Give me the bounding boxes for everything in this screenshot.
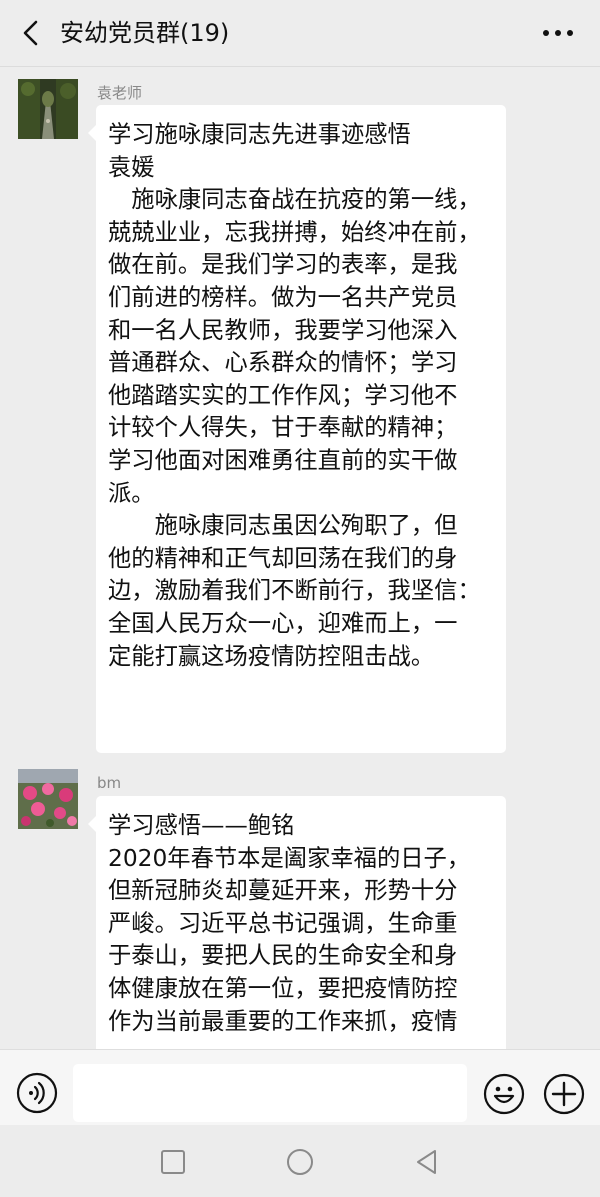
message-line: 袁媛 — [108, 153, 155, 181]
message-line: 但新冠肺炎却蔓延开来，形势十分 — [108, 877, 458, 905]
back-chevron-icon[interactable] — [16, 18, 46, 48]
sender-avatar-pink-flowers[interactable] — [18, 769, 78, 829]
message-line: 们前进的榜样。做为一名共产党员 — [108, 283, 458, 311]
message-line: 他踏踏实实的工作作风；学习他不 — [108, 381, 458, 409]
message-line: 全国人民万众一心，迎难而上，一 — [108, 609, 458, 637]
message-input[interactable] — [73, 1064, 467, 1122]
message-line: 2020年春节本是阖家幸福的日子， — [108, 844, 471, 872]
message-line: 施咏康同志奋战在抗疫的第一线， — [108, 186, 481, 214]
sender-name: 袁老师 — [97, 84, 143, 102]
message-line: 学习感悟——鲍铭 — [108, 812, 295, 839]
emoji-icon[interactable] — [482, 1072, 526, 1116]
home-circle-icon[interactable] — [285, 1147, 315, 1177]
message-line: 普通群众、心系群众的情怀；学习 — [108, 349, 458, 377]
message-line: 学习他面对困难勇往直前的实干做 — [108, 446, 458, 474]
sender-avatar-garden-path[interactable] — [18, 79, 78, 139]
message-list[interactable]: 袁老师 学习施咏康同志先进事迹感悟 袁媛 施咏康同志奋战在抗疫的第一线， 兢兢业… — [0, 67, 600, 1049]
message-line: 严峻。习近平总书记强调，生命重 — [108, 909, 458, 937]
chat-title: 安幼党员群(19) — [60, 19, 230, 47]
message-line: 学习施咏康同志先进事迹感悟 — [108, 121, 411, 148]
more-dots-icon[interactable] — [542, 22, 574, 44]
message-line: 边，激励着我们不断前行，我坚信： — [108, 577, 481, 605]
message-bubble[interactable]: 学习施咏康同志先进事迹感悟 袁媛 施咏康同志奋战在抗疫的第一线， 兢兢业业，忘我… — [88, 105, 506, 753]
message-line: 于泰山，要把人民的生命安全和身 — [108, 942, 458, 970]
voice-icon[interactable] — [16, 1072, 58, 1114]
message-line: 体健康放在第一位，要把疫情防控 — [108, 974, 458, 1002]
input-bar — [0, 1049, 600, 1126]
nav-back-triangle-icon[interactable] — [413, 1147, 443, 1177]
sender-name: bm — [97, 774, 122, 792]
chat-header: 安幼党员群(19) — [0, 0, 600, 67]
message-line: 做在前。是我们学习的表率，是我 — [108, 251, 458, 279]
message-line: 施咏康同志虽因公殉职了，但 — [108, 512, 458, 540]
message-line: 和一名人民教师，我要学习他深入 — [108, 316, 458, 344]
message-line: 计较个人得失，甘于奉献的精神； — [108, 414, 458, 442]
message-line: 他的精神和正气却回荡在我们的身 — [108, 544, 458, 572]
plus-icon[interactable] — [542, 1072, 586, 1116]
message-bubble[interactable]: 学习感悟——鲍铭 2020年春节本是阖家幸福的日子， 但新冠肺炎却蔓延开来，形势… — [88, 796, 506, 1049]
message-line: 兢兢业业，忘我拼搏，始终冲在前， — [108, 218, 481, 246]
message-line: 定能打赢这场疫情防控阻击战。 — [108, 642, 435, 670]
recent-apps-square-icon[interactable] — [158, 1147, 188, 1177]
system-navigation-bar — [0, 1125, 600, 1197]
message-line: 派。 — [108, 479, 155, 507]
message-line: 作为当前最重要的工作来抓，疫情 — [108, 1007, 458, 1035]
